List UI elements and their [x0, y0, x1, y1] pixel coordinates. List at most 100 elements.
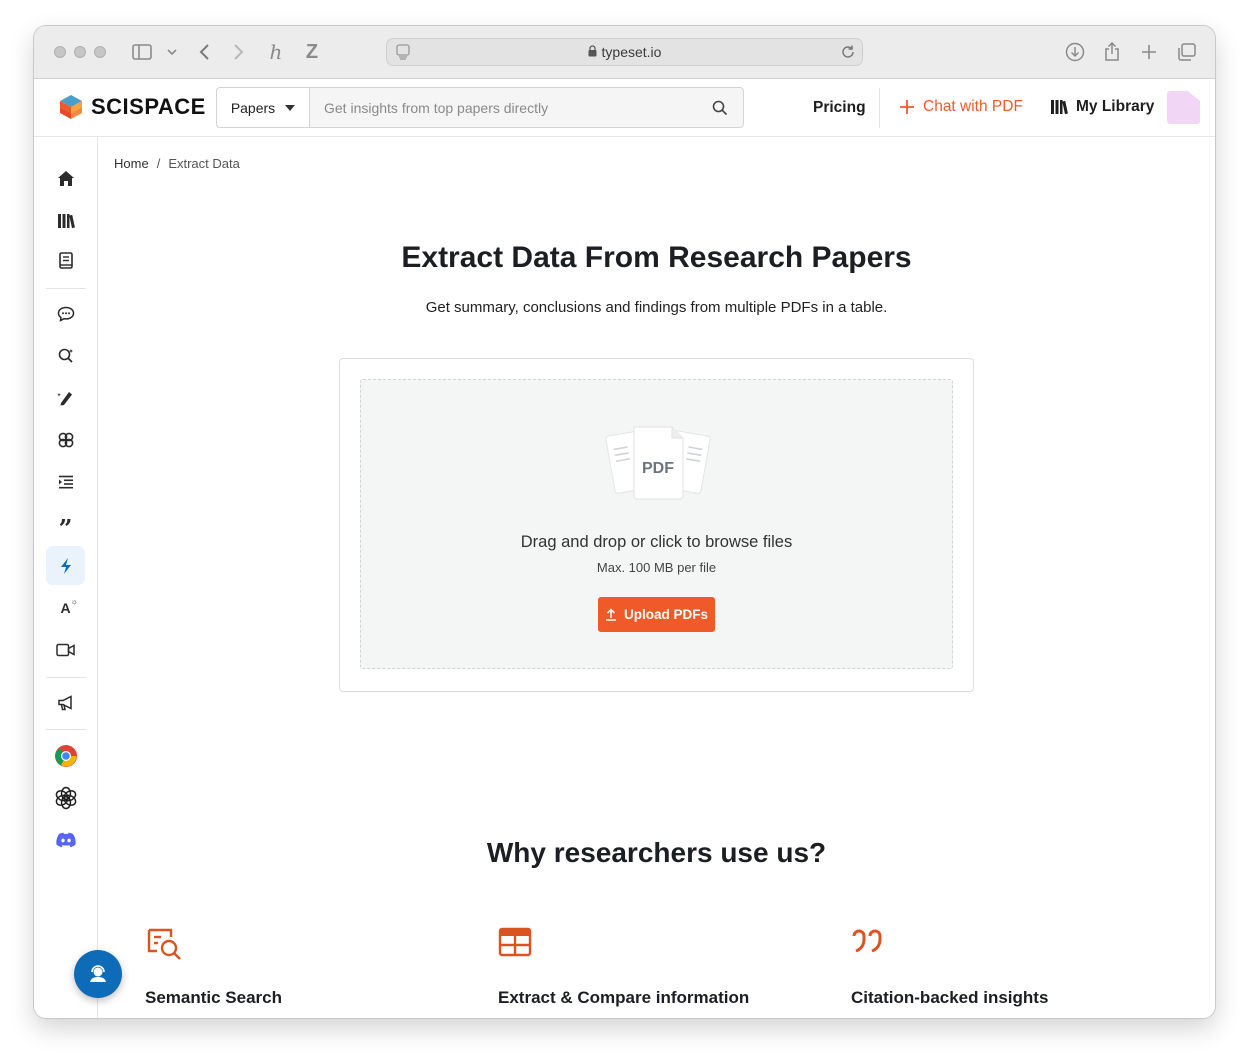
- support-chat-button[interactable]: [74, 950, 122, 998]
- zotero-extension-icon[interactable]: Z: [300, 40, 324, 64]
- nav-divider: [879, 88, 880, 128]
- url-text: typeset.io: [601, 44, 662, 60]
- nav-chat-with-pdf-label: Chat with PDF: [923, 98, 1023, 115]
- feature-semantic-search: Semantic Search: [145, 927, 465, 1018]
- scispace-logo[interactable]: SCISPACE: [58, 94, 206, 120]
- chevron-down-icon[interactable]: [160, 40, 184, 64]
- search-category-label: Papers: [230, 99, 276, 116]
- quote-icon: [851, 927, 1171, 961]
- nav-my-library-label: My Library: [1076, 98, 1155, 115]
- ai-detector-icon: A ☼: [60, 596, 78, 616]
- browser-toolbar: h Z typeset.io: [34, 26, 1215, 79]
- search-category-select[interactable]: Papers: [217, 88, 310, 127]
- share-icon[interactable]: [1100, 40, 1124, 64]
- citation-generator-icon: ”: [58, 513, 73, 543]
- table-icon: [498, 927, 818, 961]
- window-controls: [54, 46, 106, 58]
- feature-title: Extract & Compare information: [498, 988, 750, 1007]
- close-window-button[interactable]: [54, 46, 66, 58]
- sidebar-item-chrome-extension[interactable]: [46, 736, 85, 775]
- back-icon[interactable]: [192, 40, 216, 64]
- sidebar-item-announcements[interactable]: [46, 683, 85, 722]
- scispace-logo-icon: [60, 95, 82, 119]
- sidebar-item-ai-writer[interactable]: [46, 378, 85, 417]
- main-content: Home / Extract Data Extract Data From Re…: [98, 137, 1215, 1018]
- nav-chat-with-pdf-link[interactable]: Chat with PDF: [899, 98, 1023, 116]
- breadcrumb-home-link[interactable]: Home: [114, 156, 149, 171]
- address-bar[interactable]: typeset.io: [386, 38, 863, 66]
- announcements-icon: [57, 694, 72, 710]
- support-agent-icon: [90, 965, 106, 982]
- dropzone-instructions: Drag and drop or click to browse files: [520, 533, 793, 551]
- browser-window: h Z typeset.io SCISPACE Papers Get insig…: [34, 26, 1215, 1018]
- semantic-search-icon: [145, 927, 465, 961]
- search-icon: [712, 100, 728, 115]
- feature-citation-backed: Citation-backed insights: [851, 927, 1171, 1018]
- video-icon: [56, 643, 75, 656]
- breadcrumb-current: Extract Data: [168, 156, 240, 171]
- page-subtitle: Get summary, conclusions and findings fr…: [425, 299, 888, 316]
- library-icon: [57, 213, 75, 228]
- pdf-files-illustration: PDF: [605, 426, 711, 500]
- search-bar: Papers: [216, 87, 744, 128]
- sidebar-item-chatgpt-plugin[interactable]: [46, 778, 85, 817]
- ai-writer-icon: [56, 391, 72, 405]
- hypothesis-extension-icon[interactable]: h: [264, 40, 288, 64]
- zoom-window-button[interactable]: [94, 46, 106, 58]
- sidebar-item-paraphraser[interactable]: [46, 462, 85, 501]
- sidebar-divider: [46, 288, 86, 289]
- search-input[interactable]: [310, 88, 697, 127]
- sidebar-divider: [46, 677, 86, 678]
- new-tab-icon[interactable]: [1137, 40, 1161, 64]
- downloads-icon[interactable]: [1063, 40, 1087, 64]
- feature-title: Citation-backed insights: [851, 988, 1049, 1007]
- file-dropzone[interactable]: PDF Drag and drop or click to browse fil…: [360, 379, 953, 669]
- upload-pdfs-button[interactable]: Upload PDFs: [598, 597, 715, 632]
- sidebar-item-home[interactable]: [46, 159, 85, 198]
- sidebar-item-ai-detector[interactable]: A ☼: [46, 588, 85, 627]
- sidebar-item-find-topics[interactable]: [46, 420, 85, 459]
- feature-title: Semantic Search: [145, 988, 283, 1007]
- literature-review-icon: [58, 348, 73, 363]
- breadcrumb: Home / Extract Data: [114, 156, 240, 171]
- left-sidebar: ” A ☼: [34, 137, 98, 1018]
- extract-data-icon: [60, 557, 71, 574]
- forward-icon[interactable]: [227, 40, 251, 64]
- page-title: Extract Data From Research Papers: [401, 241, 912, 274]
- reload-icon[interactable]: [840, 44, 856, 63]
- home-icon: [57, 171, 74, 186]
- sidebar-item-literature-review[interactable]: [46, 336, 85, 375]
- sidebar-item-extract-data[interactable]: [46, 546, 85, 585]
- lock-icon: [588, 44, 597, 60]
- sidebar-item-notebook[interactable]: [46, 241, 85, 280]
- pdf-illustration-label: PDF: [642, 460, 674, 477]
- sidebar-divider: [46, 729, 86, 730]
- upload-card: PDF Drag and drop or click to browse fil…: [339, 358, 974, 692]
- chrome-extension-icon: [54, 744, 77, 767]
- upload-icon: [605, 608, 616, 621]
- chatgpt-plugin-icon: [55, 786, 76, 809]
- sidebar-item-citation-generator[interactable]: ”: [46, 504, 85, 543]
- nav-pricing-link[interactable]: Pricing: [813, 99, 866, 117]
- tab-overview-icon[interactable]: [1175, 40, 1199, 64]
- sidebar-toggle-icon[interactable]: [130, 40, 154, 64]
- sidebar-item-discord[interactable]: [46, 820, 85, 859]
- find-topics-icon: [58, 432, 73, 447]
- search-button[interactable]: [697, 88, 743, 127]
- caret-down-icon: [285, 104, 296, 111]
- breadcrumb-separator: /: [156, 156, 161, 171]
- library-icon: [1051, 100, 1068, 115]
- minimize-window-button[interactable]: [74, 46, 86, 58]
- plus-icon: [900, 100, 914, 114]
- app-header: SCISPACE Papers Pricing Chat with PDF My…: [34, 79, 1215, 137]
- user-avatar[interactable]: [1167, 91, 1200, 124]
- reader-icon[interactable]: [396, 44, 410, 63]
- upload-pdfs-label: Upload PDFs: [623, 607, 708, 622]
- discord-icon: [55, 832, 76, 847]
- notebook-icon: [58, 252, 73, 269]
- sidebar-item-library[interactable]: [46, 201, 85, 240]
- nav-my-library-link[interactable]: My Library: [1050, 98, 1154, 116]
- sidebar-item-chat-pdf[interactable]: [46, 294, 85, 333]
- sidebar-item-video[interactable]: [46, 630, 85, 669]
- logo-text: SCISPACE: [91, 94, 206, 119]
